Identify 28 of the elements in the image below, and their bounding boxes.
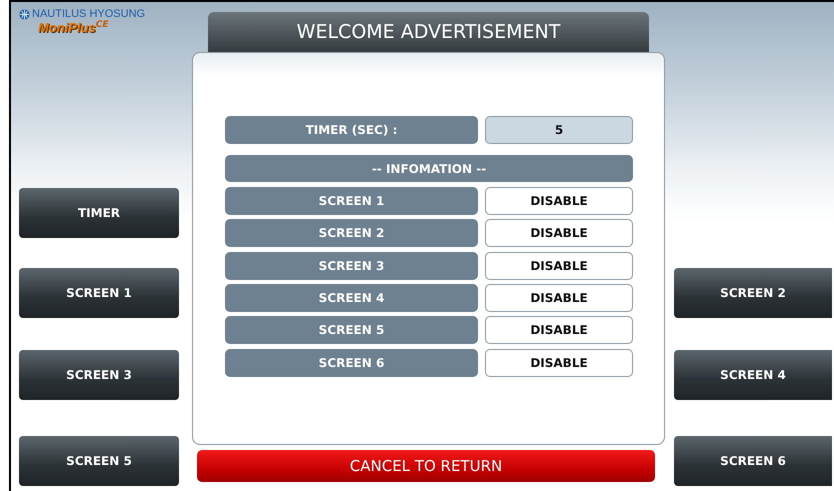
side-button[interactable]: SCREEN 3 <box>19 350 179 400</box>
screen-label: SCREEN 4 <box>225 284 478 312</box>
info-header: -- INFOMATION -- <box>225 155 633 182</box>
product-name: MoniPlus <box>38 20 96 35</box>
side-button[interactable]: SCREEN 1 <box>19 268 179 318</box>
globe-logo-icon <box>19 8 30 20</box>
screen-status-field: DISABLE <box>485 186 633 215</box>
timer-label: TIMER (SEC) : <box>225 116 478 144</box>
screen-status-field: DISABLE <box>485 284 633 312</box>
screen-label: SCREEN 2 <box>225 219 478 248</box>
screen-label: SCREEN 3 <box>225 252 478 280</box>
cancel-button[interactable]: CANCEL TO RETURN <box>197 450 655 482</box>
screen-label: SCREEN 5 <box>225 316 478 344</box>
side-button[interactable]: SCREEN 6 <box>674 436 832 486</box>
screen-label: SCREEN 6 <box>225 348 478 377</box>
screen-label: SCREEN 1 <box>225 186 478 215</box>
screen-status-field: DISABLE <box>485 219 633 248</box>
company-name: NAUTILUS HYOSUNG <box>32 8 146 20</box>
screen-status-field: DISABLE <box>485 348 633 377</box>
screen-status-field: DISABLE <box>485 316 633 344</box>
side-button[interactable]: SCREEN 4 <box>674 350 832 400</box>
timer-value-field: 5 <box>485 116 633 144</box>
side-button[interactable]: TIMER <box>19 188 179 238</box>
side-button[interactable]: SCREEN 5 <box>19 436 179 486</box>
side-button[interactable]: SCREEN 2 <box>674 268 832 318</box>
screen-status-field: DISABLE <box>485 252 633 280</box>
screen-title: WELCOME ADVERTISEMENT <box>208 12 649 52</box>
edition-label: CE <box>96 20 109 30</box>
